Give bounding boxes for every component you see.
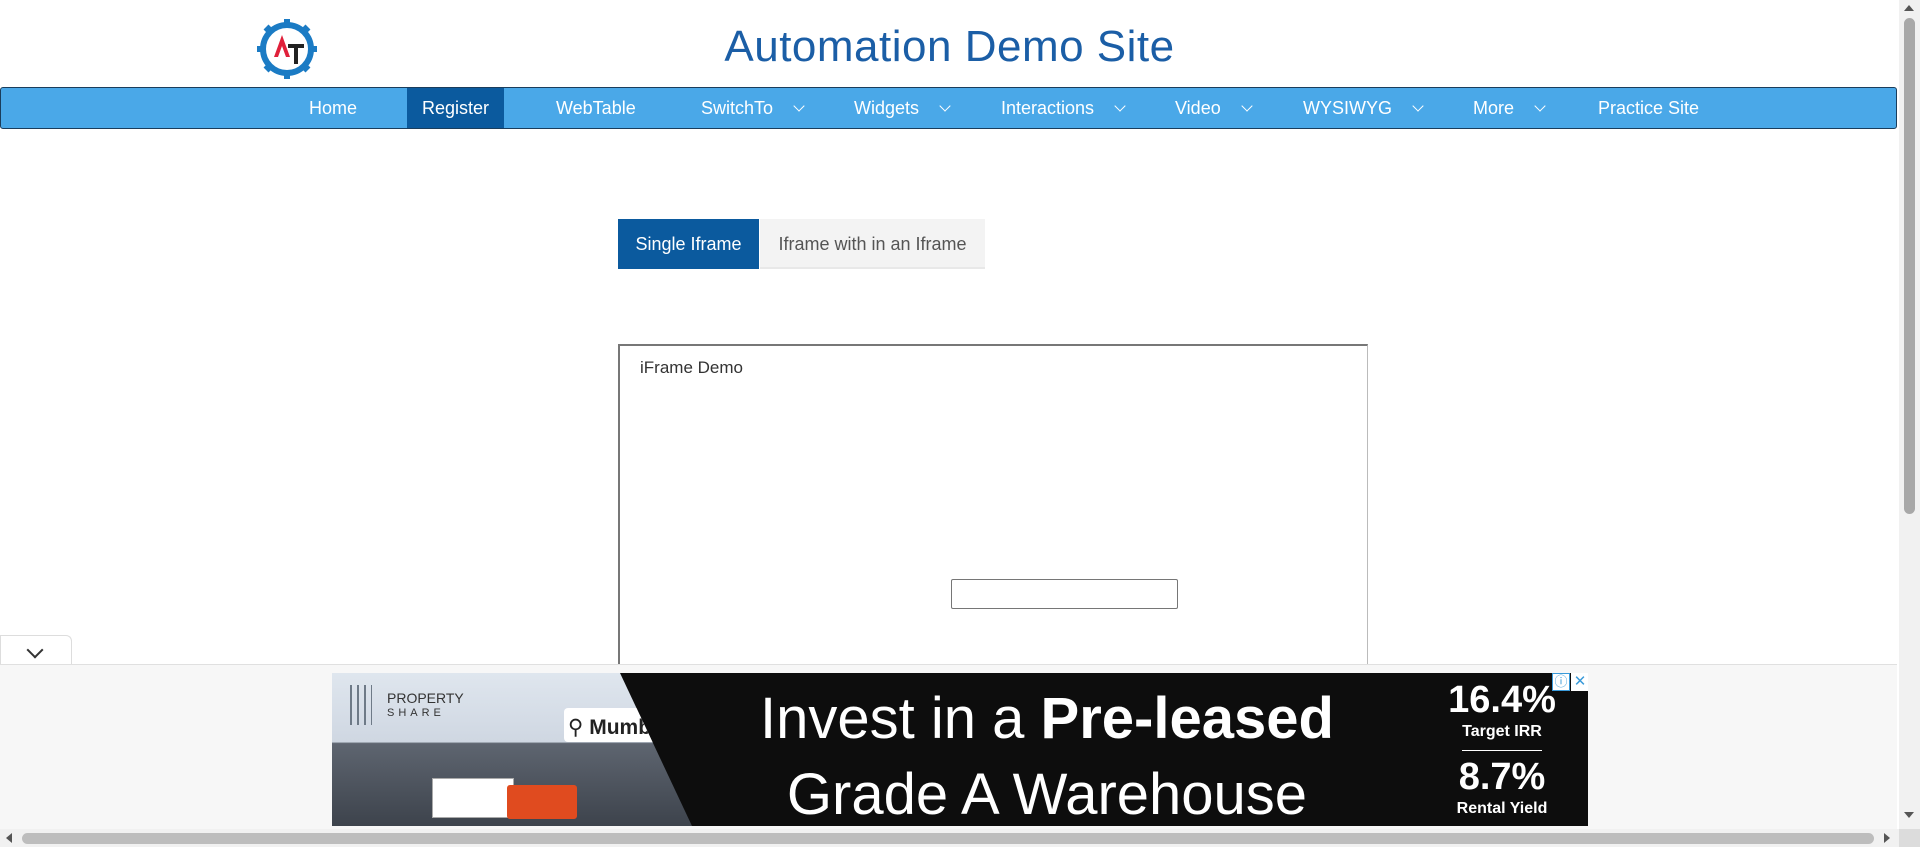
iframe-text-input[interactable] [951,579,1178,609]
nav-video[interactable]: Video [1175,88,1253,128]
chevron-down-icon [1534,100,1546,112]
ad-close-icon[interactable]: ✕ [1571,673,1588,691]
ad-headline-bold: Pre-leased [1040,686,1334,751]
ad-city-label: Mumbai [589,716,669,739]
nav-practice-site-label: Practice Site [1598,98,1700,118]
ad-divider [1462,750,1542,751]
ad-stat1-label: Target IRR [1462,723,1542,740]
chevron-down-icon [1114,100,1126,112]
nav-home-label: Home [309,98,358,118]
ad-city: ⚲ Mumbai [568,715,669,740]
nav-register[interactable]: Register [407,88,504,128]
nav-interactions-label: Interactions [1001,98,1095,118]
nav-widgets[interactable]: Widgets [854,88,951,128]
chevron-down-icon [26,641,44,659]
location-pin-icon: ⚲ [568,716,584,739]
iframe-frame: iFrame Demo [618,344,1368,674]
nav-widgets-label: Widgets [854,98,920,118]
nav-more[interactable]: More [1473,88,1546,128]
ad-collapse-button[interactable] [0,635,72,665]
nav-wysiwyg-label: WYSIWYG [1303,98,1392,118]
ad-warehouse-image: PROPERTY SHARE ⚲ Mumbai [332,673,692,826]
nav-switchto[interactable]: SwitchTo [701,88,805,128]
ad-headline: Invest in a Pre-leased Grade A Warehouse [722,681,1372,826]
nav-interactions[interactable]: Interactions [1001,88,1126,128]
horizontal-scroll-thumb[interactable] [22,833,1874,844]
tab-iframe-within-iframe[interactable]: Iframe with in an Iframe [760,219,985,269]
nav-more-label: More [1473,98,1515,118]
ad-stat2-label: Rental Yield [1456,800,1548,817]
ad-banner[interactable]: PROPERTY SHARE ⚲ Mumbai Invest in a Pre-… [332,673,1588,826]
tab-single-iframe[interactable]: Single Iframe [618,219,759,269]
ad-info-icon[interactable]: ⓘ [1552,673,1570,691]
ad-brand-line2: SHARE [387,707,445,719]
ad-headline-line2: Grade A Warehouse [786,762,1308,826]
nav-video-label: Video [1175,98,1221,118]
iframe-title: iFrame Demo [640,358,743,377]
truck-cab-shape [507,785,577,819]
nav-wysiwyg[interactable]: WYSIWYG [1303,88,1424,128]
ad-headline-plain: Invest in a [760,686,1041,751]
nav-switchto-label: SwitchTo [701,98,774,118]
main-navbar: Home Register WebTable SwitchTo Widgets … [0,87,1897,129]
nav-practice-site[interactable]: Practice Site [1598,88,1699,128]
scroll-left-arrow-icon[interactable] [6,833,12,843]
nav-webtable-label: WebTable [556,98,636,118]
brand-logo-icon [350,685,372,725]
vertical-scrollbar[interactable] [1899,0,1920,829]
ad-brand: PROPERTY SHARE [387,691,464,721]
ad-stat2-value: 8.7% [1458,756,1546,798]
scrollbar-corner [1899,829,1920,847]
nav-home[interactable]: Home [309,88,357,128]
page: Automation Demo Site Home Register WebTa… [0,0,1920,847]
scroll-up-arrow-icon[interactable] [1904,5,1914,11]
vertical-scroll-thumb[interactable] [1904,18,1915,514]
scroll-right-arrow-icon[interactable] [1884,833,1890,843]
chevron-down-icon [1241,100,1253,112]
horizontal-scrollbar[interactable] [0,829,1899,847]
chevron-down-icon [1412,100,1424,112]
ad-stats: 16.4% Target IRR 8.7% Rental Yield [1427,678,1577,819]
nav-webtable[interactable]: WebTable [556,88,636,128]
site-title: Automation Demo Site [724,22,1175,71]
scroll-down-arrow-icon[interactable] [1904,812,1914,818]
chevron-down-icon [939,100,951,112]
nav-register-label: Register [421,98,490,118]
chevron-down-icon [793,100,805,112]
ad-brand-line1: PROPERTY [387,690,464,706]
truck-trailer-shape [432,778,514,818]
